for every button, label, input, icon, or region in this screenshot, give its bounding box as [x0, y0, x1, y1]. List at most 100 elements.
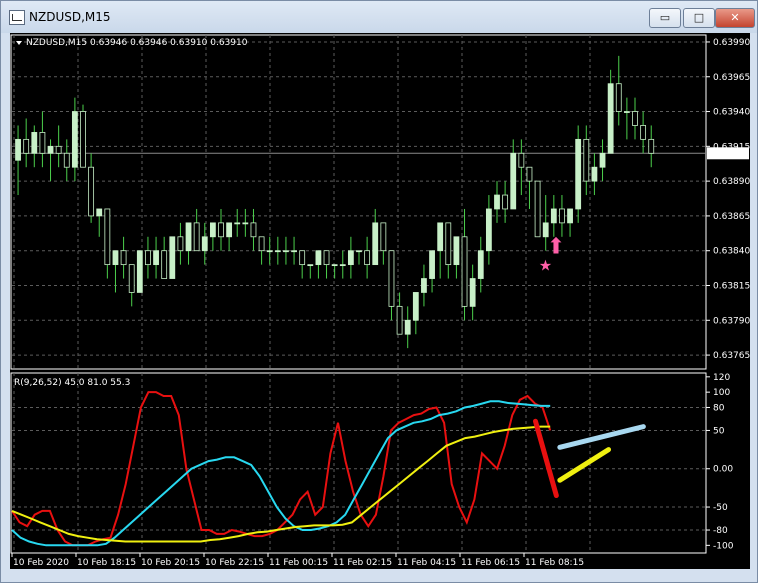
candle-body	[315, 250, 322, 266]
candle-body	[112, 250, 119, 266]
candle-body	[339, 264, 346, 267]
candle-body	[372, 222, 379, 266]
indicator-tick-label: 50	[713, 426, 725, 436]
price-tick-label: 0.63790	[713, 316, 750, 326]
candle-body	[39, 132, 46, 154]
candle-body	[266, 250, 273, 253]
price-tick-label: 0.63965	[713, 73, 750, 83]
candle-body	[356, 250, 362, 253]
candle-body	[291, 250, 297, 253]
candle-body	[494, 194, 500, 210]
time-tick-label: 11 Feb 06:15	[461, 558, 520, 568]
candle-body	[477, 250, 484, 279]
candle-body	[404, 319, 411, 335]
close-button[interactable]: ✕	[715, 8, 755, 28]
indicator-title: R(9,26,52) 45.0 81.0 55.3	[14, 378, 130, 388]
candle-body	[209, 222, 216, 238]
time-tick-label: 11 Feb 02:15	[333, 558, 392, 568]
candle-body	[145, 250, 151, 266]
candle-body	[380, 222, 387, 252]
time-tick-label: 10 Feb 2020	[13, 558, 69, 568]
candle-body	[128, 264, 135, 293]
candle-body	[567, 208, 573, 224]
candle-body	[218, 222, 224, 238]
candle-body	[559, 208, 565, 224]
candle-body	[201, 236, 208, 252]
indicator-tick-label: 80	[713, 403, 725, 413]
candle-body	[550, 208, 557, 224]
minimize-button[interactable]: ▭	[649, 8, 681, 28]
candle-body	[453, 236, 460, 266]
candle-body	[177, 236, 184, 252]
candle-body	[607, 83, 614, 154]
candle-body	[274, 250, 281, 253]
drawn-trendline	[557, 424, 646, 450]
candle-body	[615, 83, 622, 112]
candle-body	[169, 236, 176, 279]
candle-body	[242, 222, 249, 225]
indicator-tick-label: -100	[713, 541, 734, 551]
candle-body	[153, 250, 159, 266]
chart-window-icon	[9, 10, 25, 25]
candle-body	[15, 138, 21, 161]
candle-body	[96, 208, 103, 217]
candle-body	[599, 152, 606, 168]
candle-body	[80, 111, 86, 168]
drawn-trendline	[532, 418, 559, 499]
price-tick-label: 0.63840	[713, 247, 750, 257]
price-tick-label: 0.63940	[713, 108, 750, 118]
candle-body	[307, 264, 314, 267]
candle-body	[226, 222, 233, 238]
indicator-tick-label: -80	[713, 526, 728, 536]
title-bar[interactable]: NZDUSD,M15 ▭ □ ✕	[1, 1, 757, 33]
candle-body	[193, 222, 200, 252]
terminal-window: NZDUSD,M15 ▭ □ ✕ 0.63990 0.63965 0.63940 0.…	[0, 0, 758, 583]
candle-body	[283, 250, 289, 253]
candle-body	[63, 152, 70, 168]
candle-body	[323, 250, 330, 266]
candle-body	[347, 250, 354, 266]
candle-body	[71, 111, 78, 168]
indicator-tick-label: 120	[713, 373, 730, 383]
candle-body	[485, 208, 492, 252]
price-tick-label: 0.63890	[713, 177, 750, 187]
candle-body	[421, 278, 427, 293]
candle-body	[445, 222, 452, 266]
candle-body	[640, 125, 647, 140]
candle-body	[412, 292, 419, 321]
candle-body	[469, 278, 476, 307]
chart-area[interactable]: 0.639900.639650.639400.639150.638900.638…	[10, 33, 750, 569]
candle-body	[388, 250, 395, 307]
window-title: NZDUSD,M15	[29, 10, 111, 24]
candle-body	[185, 222, 192, 252]
star-marker-icon: ★	[539, 257, 552, 275]
candle-body	[161, 250, 168, 279]
candle-body	[437, 222, 444, 252]
candle-body	[583, 138, 590, 182]
candle-body	[502, 194, 509, 210]
chart-menu-triangle-icon	[16, 41, 22, 45]
candle-body	[47, 145, 54, 154]
time-tick-label: 11 Feb 00:15	[269, 558, 328, 568]
indicator-tick-label: -50	[713, 503, 728, 513]
time-tick-label: 10 Feb 22:15	[205, 558, 264, 568]
candle-body	[461, 236, 468, 307]
candle-body	[364, 250, 371, 266]
candle-body	[55, 145, 62, 154]
candle-body	[120, 250, 127, 266]
price-tick-label: 0.63765	[713, 351, 750, 361]
candle-body	[299, 250, 306, 266]
candle-body	[534, 180, 541, 238]
candle-body	[429, 250, 435, 279]
candle-body	[104, 208, 111, 266]
main-frame	[10, 34, 707, 370]
maximize-button[interactable]: □	[683, 8, 715, 28]
candle-body	[632, 111, 638, 126]
price-tick-label: 0.63865	[713, 212, 750, 222]
candle-body	[648, 138, 655, 154]
indicator-series-line	[11, 400, 551, 547]
candle-body	[396, 305, 403, 335]
time-tick-label: 10 Feb 18:15	[77, 558, 136, 568]
candle-body	[250, 222, 257, 238]
main-chart-title: NZDUSD,M15 0.63946 0.63946 0.63910 0.639…	[26, 38, 248, 48]
